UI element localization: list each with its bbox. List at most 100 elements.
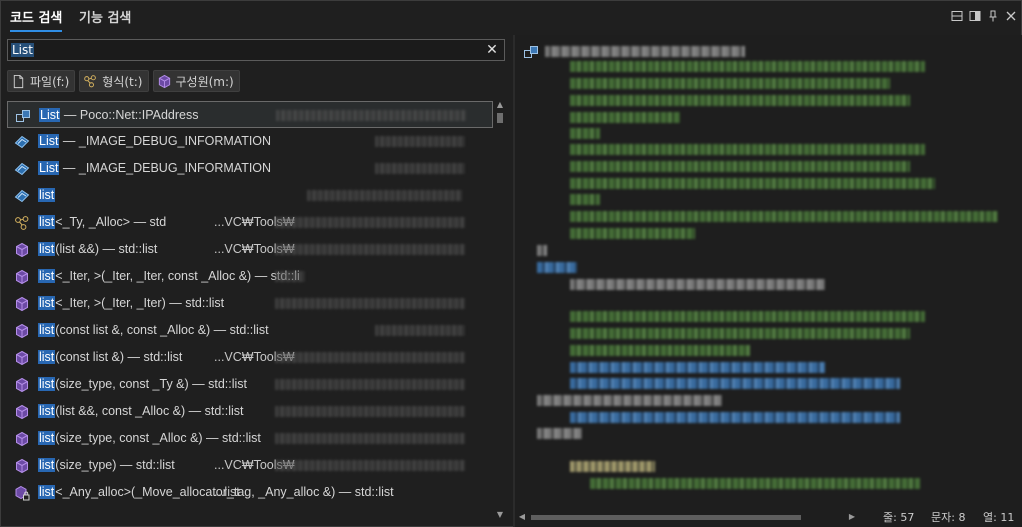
result-name: list<_Ty, _Alloc> — std (38, 215, 166, 230)
code-line (537, 245, 547, 256)
redacted-path (275, 460, 465, 471)
result-row[interactable]: list(list &&, const _Alloc &) — std::lis… (7, 398, 493, 425)
result-row[interactable]: list (7, 182, 493, 209)
member-icon (158, 74, 170, 88)
code-line (570, 95, 910, 106)
filter-type-button[interactable]: 형식(t:) (79, 70, 149, 92)
match-highlight: List (38, 134, 60, 148)
method-icon (14, 431, 30, 447)
code-line (545, 46, 745, 57)
tab-feature-search[interactable]: 기능 검색 (79, 7, 131, 29)
result-row[interactable]: list<_Any_alloc>(_Move_allocator_tag, _A… (7, 479, 493, 506)
code-line (570, 178, 935, 189)
result-signature: (size_type, const _Alloc &) — std::list (55, 431, 261, 445)
method-icon (14, 458, 30, 474)
redacted-path (275, 217, 465, 228)
code-line (570, 279, 825, 290)
result-row[interactable]: list<_Iter, >(_Iter, _Iter) — std::list (7, 290, 493, 317)
redacted-path (275, 352, 465, 363)
struct-icon (14, 161, 30, 177)
result-name: List — _IMAGE_DEBUG_INFORMATION (38, 134, 271, 149)
status-char: 문자: 8 (931, 511, 966, 524)
window-controls (951, 10, 1017, 22)
match-highlight: List (39, 108, 61, 122)
redacted-path (375, 163, 465, 174)
file-icon (13, 74, 24, 88)
pin-icon[interactable] (987, 10, 999, 22)
code-line (570, 194, 600, 205)
code-line (570, 461, 655, 472)
match-highlight: list (38, 188, 56, 202)
dock-window-icon[interactable] (969, 10, 981, 22)
method-icon (14, 350, 30, 366)
hscroll-thumb[interactable] (531, 515, 801, 520)
method-icon (14, 296, 30, 312)
result-row[interactable]: list<_Iter, >(_Iter, _Iter, const _Alloc… (7, 263, 493, 290)
code-line (570, 144, 925, 155)
match-highlight: list (38, 404, 56, 418)
result-name: list (38, 188, 56, 203)
clear-search-icon[interactable]: ✕ (484, 41, 500, 59)
redacted-path (275, 379, 465, 390)
result-signature: <_Ty, _Alloc> — std (55, 215, 167, 229)
result-signature: — Poco::Net::IPAddress (60, 108, 199, 122)
result-name: List — _IMAGE_DEBUG_INFORMATION (38, 161, 271, 176)
method-locked-icon (14, 485, 30, 501)
search-input[interactable]: List (11, 43, 34, 57)
scroll-left-icon[interactable]: ◀ (517, 512, 527, 522)
code-line (570, 128, 600, 139)
match-highlight: list (38, 431, 56, 445)
code-line (570, 228, 695, 239)
redacted-path (275, 433, 465, 444)
class-icon (524, 46, 538, 58)
result-name: list<_Iter, >(_Iter, _Iter) — std::list (38, 296, 224, 311)
filter-member-label: 구성원(m:) (175, 74, 234, 89)
result-row[interactable]: list(const list &, const _Alloc &) — std… (7, 317, 493, 344)
filter-file-button[interactable]: 파일(f:) (7, 70, 76, 92)
result-row[interactable]: list(size_type, const _Ty &) — std::list (7, 371, 493, 398)
window-layout-icon[interactable] (951, 10, 963, 22)
result-name: list<_Iter, >(_Iter, _Iter, const _Alloc… (38, 269, 300, 284)
result-signature: <_Iter, >(_Iter, _Iter) — std::list (55, 296, 225, 310)
result-signature: <_Iter, >(_Iter, _Iter, const _Alloc &) … (55, 269, 300, 283)
filter-file-label: 파일(f:) (30, 74, 70, 89)
method-icon (14, 323, 30, 339)
result-signature: (list &&) — std::list (55, 242, 158, 256)
code-line (570, 211, 998, 222)
result-name: List — Poco::Net::IPAddress (39, 108, 198, 123)
search-results-panel: List ✕ 파일(f:) 형식(t:) 구성원(m:) List — Poco… (1, 35, 513, 527)
code-line (537, 395, 722, 406)
method-icon (14, 269, 30, 285)
close-icon[interactable] (1005, 10, 1017, 22)
results-scrollbar[interactable]: ▲ ▼ (495, 101, 505, 519)
scroll-up-icon[interactable]: ▲ (496, 101, 504, 109)
preview-hscrollbar[interactable]: ◀ ▶ (515, 511, 860, 523)
result-row[interactable]: list(const list &) — std::list ...VC₩Tool… (7, 344, 493, 371)
result-name: list(const list &, const _Alloc &) — std… (38, 323, 269, 338)
filter-member-button[interactable]: 구성원(m:) (152, 70, 240, 92)
tab-code-search[interactable]: 코드 검색 (10, 7, 63, 32)
result-name: list(size_type) — std::list (38, 458, 175, 473)
type-icon (84, 74, 97, 87)
scroll-down-icon[interactable]: ▼ (496, 511, 504, 519)
redacted-path (375, 136, 465, 147)
result-signature: — _IMAGE_DEBUG_INFORMATION (59, 161, 272, 175)
result-row[interactable]: list(list &&) — std::list ...VC₩Tools₩ (7, 236, 493, 263)
result-row[interactable]: list(size_type, const _Alloc &) — std::l… (7, 425, 493, 452)
struct-icon (14, 134, 30, 150)
result-row[interactable]: list<_Ty, _Alloc> — std ...VC₩Tools₩ (7, 209, 493, 236)
result-row[interactable]: List — _IMAGE_DEBUG_INFORMATION (7, 128, 493, 155)
result-signature: — _IMAGE_DEBUG_INFORMATION (59, 134, 272, 148)
result-signature: (const list &) — std::list (55, 350, 183, 364)
scroll-right-icon[interactable]: ▶ (847, 512, 857, 522)
match-highlight: List (38, 161, 60, 175)
result-row[interactable]: List — _IMAGE_DEBUG_INFORMATION (7, 155, 493, 182)
result-row[interactable]: list(size_type) — std::list ...VC₩Tools₩ (7, 452, 493, 479)
result-row[interactable]: List — Poco::Net::IPAddress (7, 101, 493, 128)
code-line (570, 412, 900, 423)
method-icon (14, 377, 30, 393)
code-line (570, 61, 925, 72)
code-line (570, 112, 680, 123)
scroll-thumb[interactable] (497, 113, 503, 123)
redacted-path (307, 190, 462, 201)
